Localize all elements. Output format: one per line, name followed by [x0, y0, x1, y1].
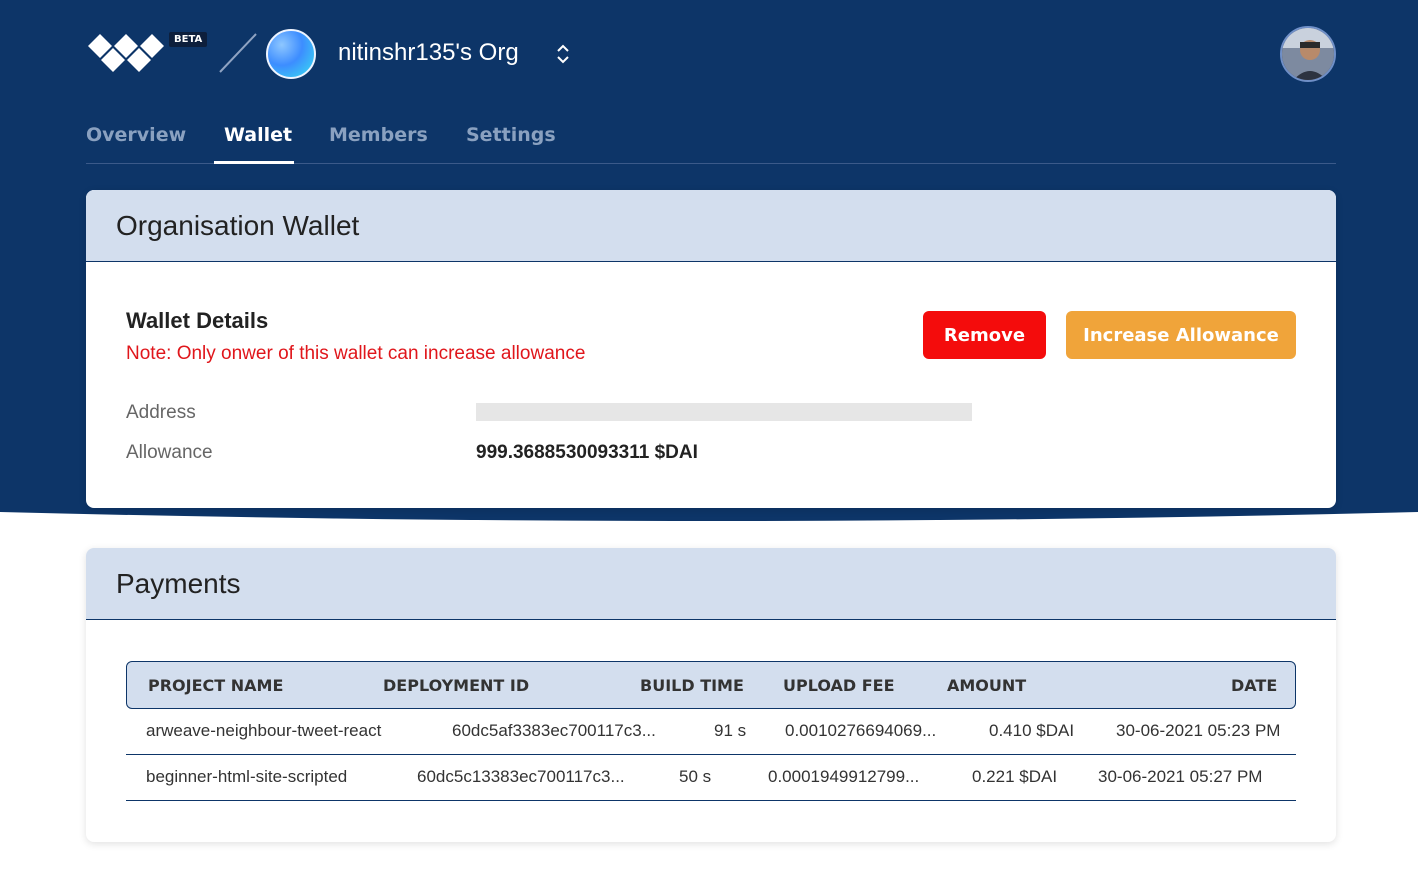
column-date: DATE: [1231, 676, 1278, 695]
remove-button[interactable]: Remove: [923, 311, 1046, 359]
tab-wallet[interactable]: Wallet: [224, 124, 292, 146]
wallet-card: Organisation Wallet Wallet Details Note:…: [86, 190, 1336, 508]
allowance-value: 999.3688530093311 $DAI: [476, 442, 698, 463]
cell-deployment: 60dc5af3383ec700117c3...: [452, 721, 656, 740]
top-bar: BETA nitinshr135's Org: [86, 24, 1336, 84]
allowance-label: Allowance: [126, 442, 213, 463]
wallet-details-title: Wallet Details: [126, 308, 269, 333]
table-row[interactable]: beginner-html-site-scripted 60dc5c13383e…: [126, 755, 1296, 801]
org-name[interactable]: nitinshr135's Org: [338, 39, 519, 67]
column-upload-fee: UPLOAD FEE: [783, 676, 895, 695]
cell-date: 30-06-2021 05:27 PM: [1098, 767, 1263, 786]
column-deployment-id: DEPLOYMENT ID: [383, 676, 530, 695]
page: BETA nitinshr135's Org Overview Wallet M…: [0, 0, 1418, 892]
tab-settings[interactable]: Settings: [466, 124, 556, 146]
cell-upload-fee: 0.0010276694069...: [785, 721, 937, 740]
payments-card: Payments PROJECT NAME DEPLOYMENT ID BUIL…: [86, 548, 1336, 842]
cell-project: arweave-neighbour-tweet-react: [146, 721, 382, 740]
payments-table: PROJECT NAME DEPLOYMENT ID BUILD TIME UP…: [126, 661, 1296, 801]
tab-members[interactable]: Members: [329, 124, 428, 146]
arweave-logo-icon[interactable]: [86, 32, 166, 74]
beta-badge: BETA: [169, 32, 208, 47]
cell-project: beginner-html-site-scripted: [146, 767, 348, 786]
cell-amount: 0.410 $DAI: [989, 721, 1075, 740]
divider-slash: [219, 33, 257, 73]
column-project-name: PROJECT NAME: [148, 676, 284, 695]
wallet-note: Note: Only onwer of this wallet can incr…: [126, 343, 586, 364]
payments-card-header: Payments: [86, 548, 1336, 620]
cell-date: 30-06-2021 05:23 PM: [1116, 721, 1281, 740]
tab-bar: Overview Wallet Members Settings: [86, 118, 1336, 164]
active-tab-indicator: [214, 161, 294, 164]
wallet-card-title: Organisation Wallet: [116, 209, 360, 241]
table-row[interactable]: arweave-neighbour-tweet-react 60dc5af338…: [126, 709, 1296, 755]
tab-overview[interactable]: Overview: [86, 124, 186, 146]
cell-deployment: 60dc5c13383ec700117c3...: [417, 767, 625, 786]
org-avatar: [266, 29, 316, 79]
user-avatar-icon[interactable]: [1280, 26, 1336, 82]
wallet-card-header: Organisation Wallet: [86, 190, 1336, 262]
table-header: PROJECT NAME DEPLOYMENT ID BUILD TIME UP…: [126, 661, 1296, 709]
payments-card-title: Payments: [116, 567, 241, 599]
address-label: Address: [126, 402, 196, 423]
increase-allowance-button[interactable]: Increase Allowance: [1066, 311, 1296, 359]
column-build-time: BUILD TIME: [640, 676, 744, 695]
chevron-updown-icon[interactable]: [554, 42, 572, 66]
cell-build-time: 50 s: [679, 767, 712, 786]
cell-upload-fee: 0.0001949912799...: [768, 767, 920, 786]
cell-build-time: 91 s: [714, 721, 747, 740]
address-value-redacted: [476, 403, 972, 421]
cell-amount: 0.221 $DAI: [972, 767, 1058, 786]
column-amount: AMOUNT: [947, 676, 1027, 695]
